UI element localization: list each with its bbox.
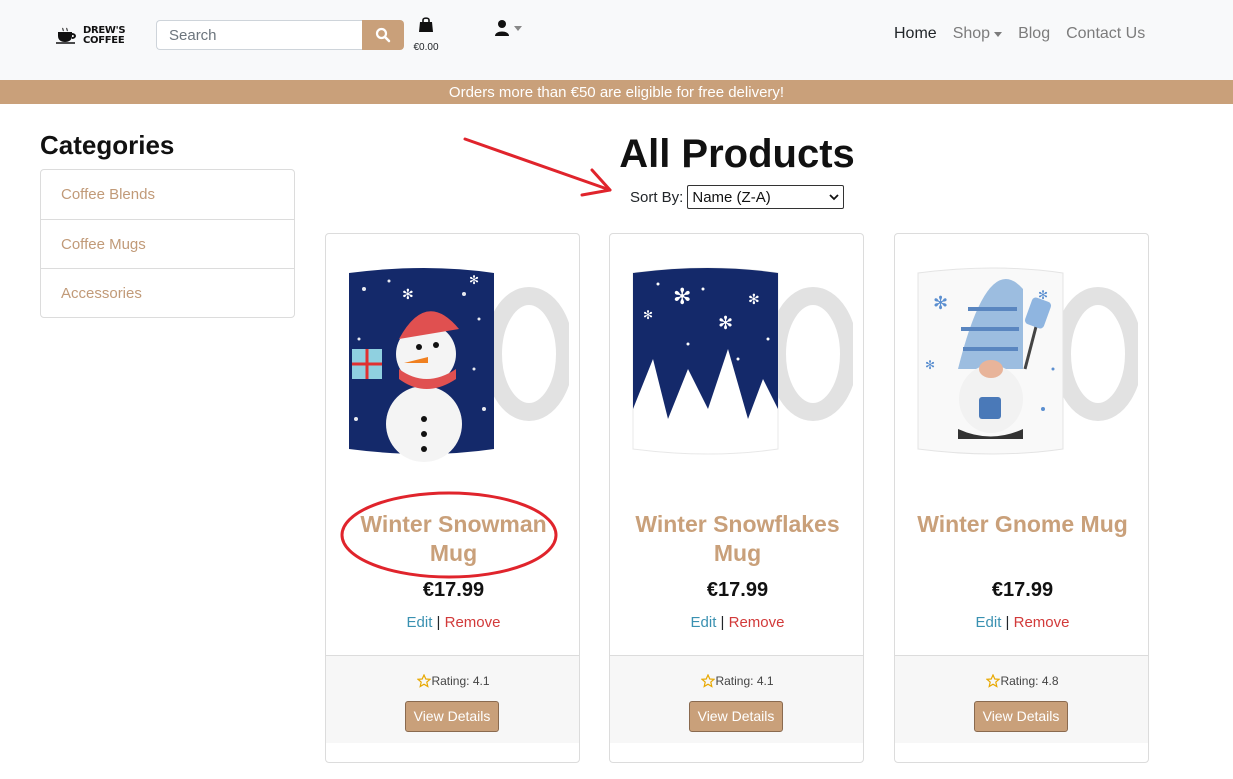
card-footer: Rating: 4.1 View Details	[326, 655, 579, 743]
nav-shop-label: Shop	[952, 25, 991, 42]
remove-link[interactable]: Remove	[445, 614, 501, 631]
card-footer: Rating: 4.8 View Details	[895, 655, 1148, 743]
sort-control: Sort By: Name (Z-A)	[630, 185, 845, 209]
svg-text:✻: ✻	[933, 293, 948, 314]
product-name[interactable]: Winter Snowflakes Mug	[620, 510, 855, 568]
product-card: ✻ ✻ Winter Snowman Mug €17.99 Edit | Rem…	[325, 233, 580, 763]
coffee-cup-icon	[56, 27, 76, 44]
product-price: €17.99	[706, 579, 769, 601]
search-icon	[375, 27, 391, 43]
snowman-mug-image[interactable]: ✻ ✻	[344, 259, 569, 464]
chevron-down-icon	[829, 194, 839, 201]
main-nav: Home Shop Blog Contact Us	[886, 25, 1153, 43]
category-accessories[interactable]: Accessories	[41, 268, 294, 317]
svg-text:✻: ✻	[402, 287, 414, 303]
product-rating: Rating: 4.8	[895, 674, 1148, 688]
action-separator: |	[720, 614, 725, 631]
svg-text:✻: ✻	[643, 308, 653, 322]
product-price: €17.99	[991, 579, 1054, 601]
gnome-mug-image[interactable]: ✻ ✻ ✻	[913, 259, 1138, 464]
sort-select[interactable]: Name (Z-A)	[687, 185, 845, 209]
svg-text:✻: ✻	[469, 273, 479, 287]
card-footer: Rating: 4.1 View Details	[610, 655, 863, 743]
top-navbar: DREW'S COFFEE Search €0.00 Home Shop Blo…	[0, 0, 1233, 80]
cart-total: €0.00	[413, 42, 439, 53]
product-price: €17.99	[422, 579, 485, 601]
remove-link[interactable]: Remove	[729, 614, 785, 631]
page-title: All Products	[619, 132, 855, 176]
search-input[interactable]: Search	[156, 20, 363, 50]
product-card: ✻ ✻ ✻ Winter Gnome Mug €17.99 Edit | Rem…	[894, 233, 1149, 763]
rating-text: Rating: 4.8	[1000, 674, 1059, 688]
annotation-circle	[340, 491, 558, 579]
sort-label: Sort By:	[630, 188, 684, 206]
rating-text: Rating: 4.1	[715, 674, 774, 688]
category-coffee-blends[interactable]: Coffee Blends	[41, 170, 294, 219]
nav-blog[interactable]: Blog	[1010, 25, 1058, 43]
view-details-button[interactable]: View Details	[974, 701, 1068, 732]
logo-wordmark: DREW'S COFFEE	[83, 26, 126, 46]
view-details-button[interactable]: View Details	[405, 701, 499, 732]
product-card: ✻ ✻ ✻ ✻ Winter Snowflakes Mug €17.99 Edi…	[609, 233, 864, 763]
user-icon	[495, 20, 509, 36]
product-name[interactable]: Winter Gnome Mug	[905, 510, 1140, 539]
sort-selected-value: Name (Z-A)	[692, 188, 771, 206]
star-icon	[986, 674, 1001, 688]
snowflakes-mug-image[interactable]: ✻ ✻ ✻ ✻	[628, 259, 853, 464]
product-admin-actions: Edit | Remove	[326, 614, 579, 631]
site-logo[interactable]: DREW'S COFFEE	[55, 22, 127, 50]
svg-text:✻: ✻	[718, 313, 733, 334]
categories-heading: Categories	[40, 130, 175, 160]
star-icon	[417, 674, 432, 688]
view-details-button[interactable]: View Details	[689, 701, 783, 732]
search-button[interactable]	[362, 20, 404, 50]
rating-text: Rating: 4.1	[431, 674, 490, 688]
product-rating: Rating: 4.1	[610, 674, 863, 688]
edit-link[interactable]: Edit	[407, 614, 433, 631]
edit-link[interactable]: Edit	[691, 614, 717, 631]
edit-link[interactable]: Edit	[976, 614, 1002, 631]
svg-text:✻: ✻	[925, 358, 935, 372]
product-admin-actions: Edit | Remove	[610, 614, 863, 631]
chevron-down-icon	[514, 25, 522, 31]
annotation-arrow	[463, 137, 612, 197]
cart-link[interactable]: €0.00	[410, 16, 442, 56]
nav-contact[interactable]: Contact Us	[1058, 25, 1153, 43]
nav-home[interactable]: Home	[886, 25, 945, 43]
remove-link[interactable]: Remove	[1014, 614, 1070, 631]
product-rating: Rating: 4.1	[326, 674, 579, 688]
product-admin-actions: Edit | Remove	[895, 614, 1148, 631]
categories-list: Coffee Blends Coffee Mugs Accessories	[40, 169, 295, 318]
svg-text:✻: ✻	[673, 285, 691, 310]
category-coffee-mugs[interactable]: Coffee Mugs	[41, 219, 294, 268]
star-icon	[701, 674, 716, 688]
shopping-bag-icon	[419, 17, 433, 32]
action-separator: |	[436, 614, 441, 631]
logo-line2: COFFEE	[83, 35, 125, 46]
delivery-banner: Orders more than €50 are eligible for fr…	[0, 80, 1233, 104]
chevron-down-icon	[994, 31, 1003, 37]
action-separator: |	[1005, 614, 1010, 631]
account-dropdown[interactable]	[494, 17, 528, 39]
svg-text:✻: ✻	[748, 292, 760, 308]
nav-shop[interactable]: Shop	[945, 25, 1010, 43]
